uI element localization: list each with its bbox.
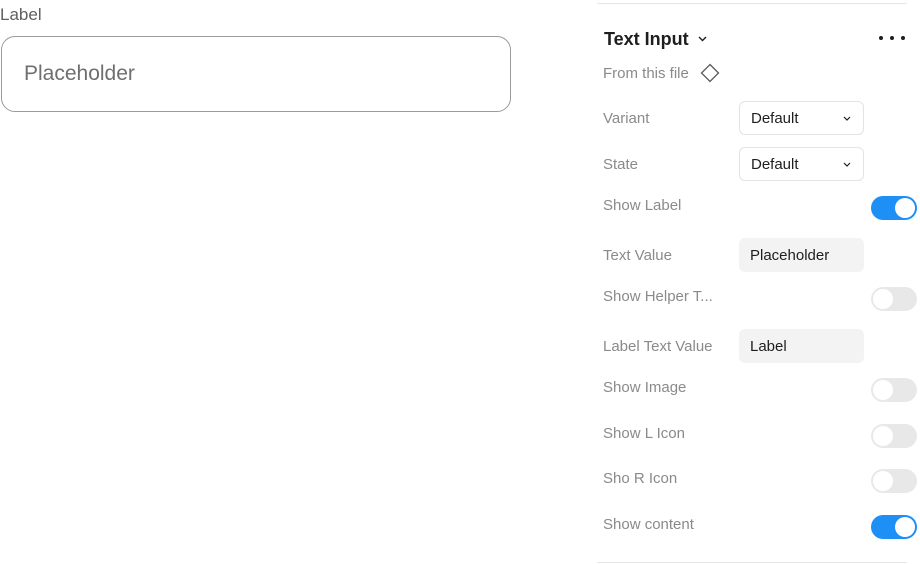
property-show-image: Show Image xyxy=(603,370,917,404)
toggle-knob xyxy=(873,470,893,491)
property-label-text-value: Label Text Value Label xyxy=(603,329,903,363)
preview-label: Label xyxy=(0,5,42,24)
panel-divider-bottom xyxy=(597,562,907,563)
toggle-knob xyxy=(873,425,893,446)
property-show-l-icon: Show L Icon xyxy=(603,416,917,450)
component-diamond-icon[interactable] xyxy=(700,63,720,83)
preview-text-input[interactable]: Placeholder xyxy=(1,36,511,112)
preview-placeholder: Placeholder xyxy=(24,62,135,85)
property-show-helper-text: Show Helper T... xyxy=(603,279,917,313)
component-name-dropdown[interactable]: Text Input xyxy=(604,28,707,50)
show-image-toggle[interactable] xyxy=(871,377,917,402)
more-options-button[interactable] xyxy=(879,29,905,47)
label-text-value-input[interactable]: Label xyxy=(739,329,864,363)
show-l-icon-toggle[interactable] xyxy=(871,423,917,448)
more-horizontal-icon xyxy=(879,36,883,40)
select-value: Default xyxy=(751,155,799,173)
property-label: Show Image xyxy=(603,378,687,396)
property-label: Text Value xyxy=(603,246,672,264)
property-label: Show Helper T... xyxy=(603,287,713,305)
properties-panel: Text Input From this file Variant Defaul… xyxy=(597,0,920,565)
toggle-knob xyxy=(895,197,915,218)
component-source: From this file xyxy=(603,62,720,84)
property-label: Show Label xyxy=(603,196,682,214)
show-helper-text-toggle[interactable] xyxy=(871,286,917,311)
show-label-toggle[interactable] xyxy=(871,195,917,220)
variant-select[interactable]: Default xyxy=(739,101,864,135)
property-label: Show content xyxy=(603,515,694,533)
toggle-knob xyxy=(873,379,893,400)
source-text: From this file xyxy=(603,64,689,82)
state-select[interactable]: Default xyxy=(739,147,864,181)
property-sho-r-icon: Sho R Icon xyxy=(603,461,917,495)
toggle-knob xyxy=(873,288,893,309)
property-variant: Variant Default xyxy=(603,101,903,135)
property-show-label: Show Label xyxy=(603,188,917,222)
property-label: State xyxy=(603,155,639,173)
text-value-input[interactable]: Placeholder xyxy=(739,238,864,272)
property-label: Sho R Icon xyxy=(603,469,678,487)
chevron-down-icon xyxy=(843,116,851,121)
property-text-value: Text Value Placeholder xyxy=(603,238,903,272)
more-dot xyxy=(901,36,905,40)
panel-divider-top xyxy=(597,3,907,4)
property-label: Label Text Value xyxy=(603,337,713,355)
component-name: Text Input xyxy=(604,28,689,49)
property-show-content: Show content xyxy=(603,507,917,541)
chevron-down-icon xyxy=(698,36,707,42)
property-label: Variant xyxy=(603,109,650,127)
select-value: Default xyxy=(751,109,799,127)
more-dot xyxy=(890,36,894,40)
property-state: State Default xyxy=(603,147,903,181)
show-content-toggle[interactable] xyxy=(871,514,917,539)
property-label: Show L Icon xyxy=(603,424,685,442)
toggle-knob xyxy=(895,516,915,537)
sho-r-icon-toggle[interactable] xyxy=(871,468,917,493)
chevron-down-icon xyxy=(843,162,851,167)
